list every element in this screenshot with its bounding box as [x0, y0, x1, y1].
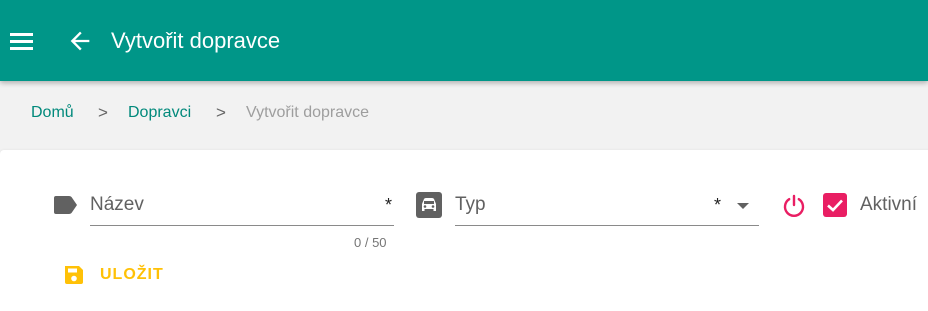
checkmark-icon — [827, 199, 843, 212]
menu-icon[interactable] — [8, 28, 36, 54]
breadcrumb-current: Vytvořit dopravce — [246, 104, 370, 121]
page-title: Vytvořit dopravce — [111, 28, 281, 53]
name-field-underline — [90, 225, 394, 226]
breadcrumb-home-link[interactable]: Domů — [31, 104, 74, 122]
breadcrumb-carriers-link[interactable]: Dopravci — [128, 104, 191, 122]
active-checkbox[interactable] — [823, 193, 847, 217]
dropdown-arrow-icon[interactable] — [736, 202, 750, 210]
breadcrumb-separator: > — [216, 103, 226, 122]
active-label: Aktivní — [860, 194, 918, 215]
save-button-label: ULOŽIT — [100, 266, 164, 283]
name-field-label: Název — [90, 194, 144, 215]
save-icon — [65, 266, 83, 284]
name-required-marker: * — [385, 195, 393, 215]
label-icon — [54, 196, 77, 214]
arrow-back-icon[interactable] — [66, 27, 94, 55]
app-bar: Vytvořit dopravce — [0, 0, 928, 81]
type-field-underline — [455, 225, 759, 226]
type-field-label: Typ — [455, 194, 486, 215]
power-icon — [783, 194, 805, 217]
save-button[interactable]: ULOŽIT — [54, 257, 180, 293]
name-char-counter: 0 / 50 — [354, 235, 387, 250]
car-icon — [416, 192, 442, 218]
type-required-marker: * — [714, 195, 722, 215]
breadcrumb-separator: > — [98, 103, 108, 122]
